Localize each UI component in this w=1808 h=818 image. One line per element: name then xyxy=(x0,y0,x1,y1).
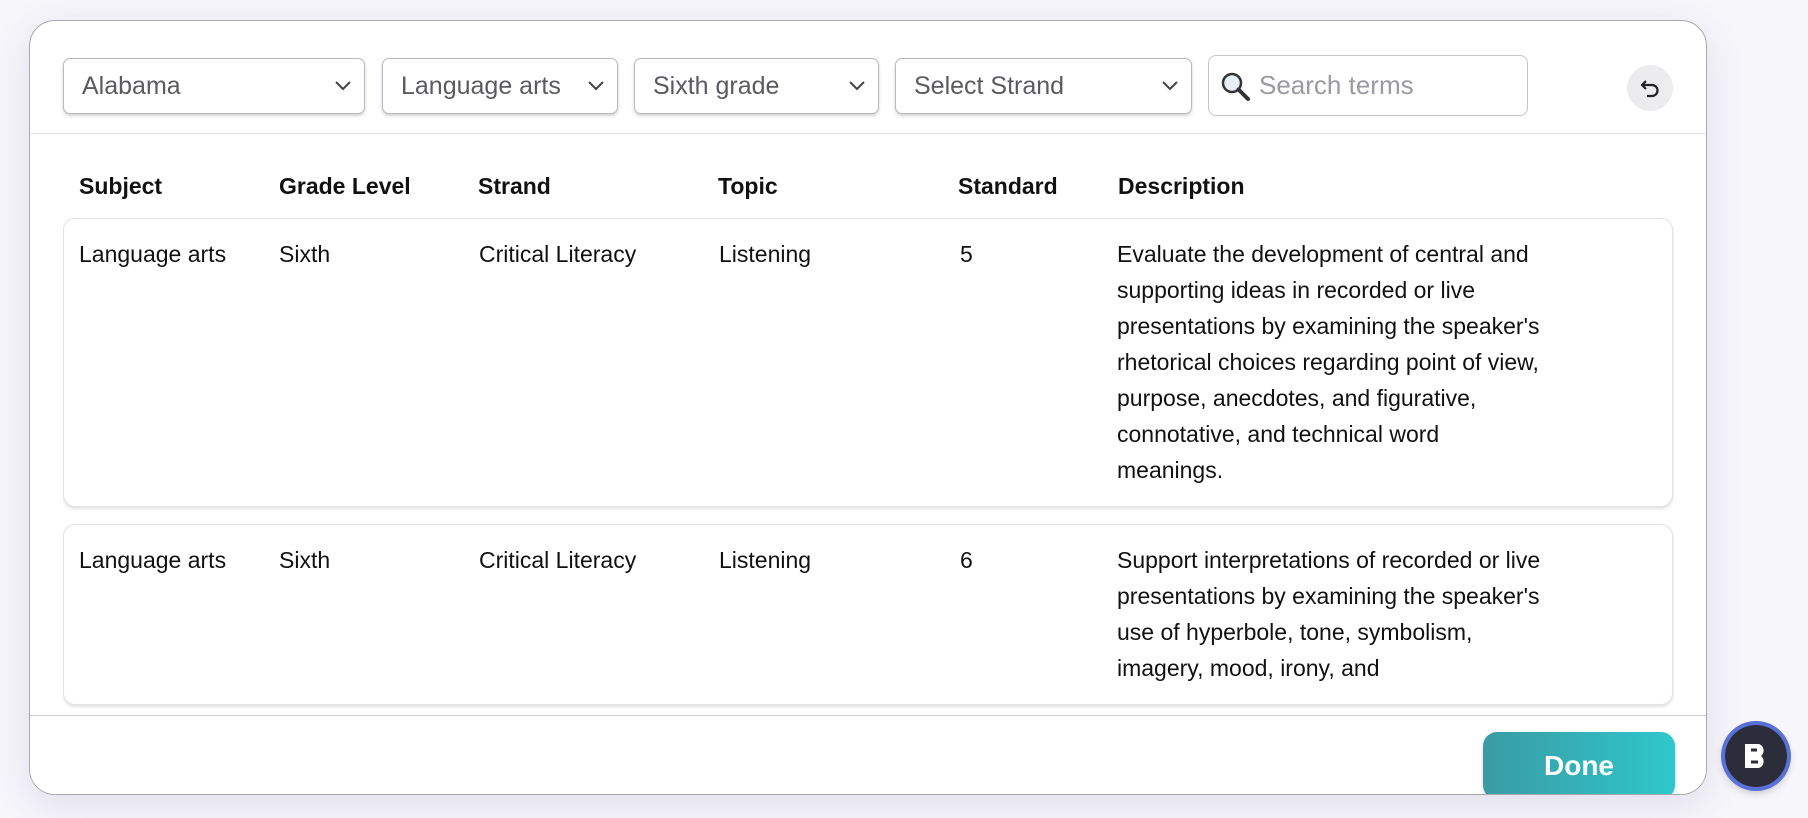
reset-filters-button[interactable] xyxy=(1627,65,1673,111)
cell-standard: 5 xyxy=(960,241,973,267)
cell-topic: Listening xyxy=(719,547,812,573)
header-subject: Subject xyxy=(79,173,163,199)
chevron-down-icon xyxy=(849,81,865,91)
state-select-value: Alabama xyxy=(82,71,181,100)
cell-topic: Listening xyxy=(719,241,812,267)
header-grade-level: Grade Level xyxy=(279,173,411,199)
cell-description: Evaluate the development of central and … xyxy=(1117,241,1540,483)
chevron-down-icon xyxy=(1162,81,1178,91)
cell-strand: Critical Literacy xyxy=(479,241,637,267)
cell-strand: Critical Literacy xyxy=(479,547,637,573)
grade-select[interactable]: Sixth grade xyxy=(634,58,879,114)
chevron-down-icon xyxy=(335,81,351,91)
filter-bar: Alabama Language arts Sixth grade Select… xyxy=(30,21,1706,134)
search-input[interactable] xyxy=(1259,70,1519,101)
bookmarklet-logo-icon[interactable] xyxy=(1725,725,1787,787)
subject-select[interactable]: Language arts xyxy=(382,58,618,114)
undo-icon xyxy=(1640,80,1659,98)
cell-subject: Language arts xyxy=(79,241,227,267)
cell-grade: Sixth xyxy=(279,547,331,573)
standards-modal: Alabama Language arts Sixth grade Select… xyxy=(29,20,1707,795)
chevron-down-icon xyxy=(588,81,604,91)
standards-list: Language arts Sixth Critical Literacy Li… xyxy=(63,218,1675,715)
search-box[interactable] xyxy=(1208,55,1528,116)
header-strand: Strand xyxy=(478,173,551,199)
header-description: Description xyxy=(1118,173,1245,199)
strand-select[interactable]: Select Strand xyxy=(895,58,1192,114)
table-row[interactable]: Language arts Sixth Critical Literacy Li… xyxy=(63,524,1673,705)
logo-glyph-icon xyxy=(1745,744,1764,768)
cell-grade: Sixth xyxy=(279,241,331,267)
table-row[interactable]: Language arts Sixth Critical Literacy Li… xyxy=(63,218,1673,507)
header-standard: Standard xyxy=(958,173,1058,199)
header-topic: Topic xyxy=(718,173,778,199)
cell-subject: Language arts xyxy=(79,547,227,573)
magnifier-icon xyxy=(1221,72,1250,101)
modal-footer: Done xyxy=(30,715,1706,794)
done-button[interactable]: Done xyxy=(1483,732,1675,794)
table-header: Subject Grade Level Strand Topic Standar… xyxy=(30,173,1706,213)
subject-select-value: Language arts xyxy=(401,71,561,100)
strand-select-value: Select Strand xyxy=(914,71,1065,100)
cell-standard: 6 xyxy=(960,547,973,573)
grade-select-value: Sixth grade xyxy=(653,71,780,100)
state-select[interactable]: Alabama xyxy=(63,58,365,114)
cell-description: Support interpretations of recorded or l… xyxy=(1117,547,1541,681)
